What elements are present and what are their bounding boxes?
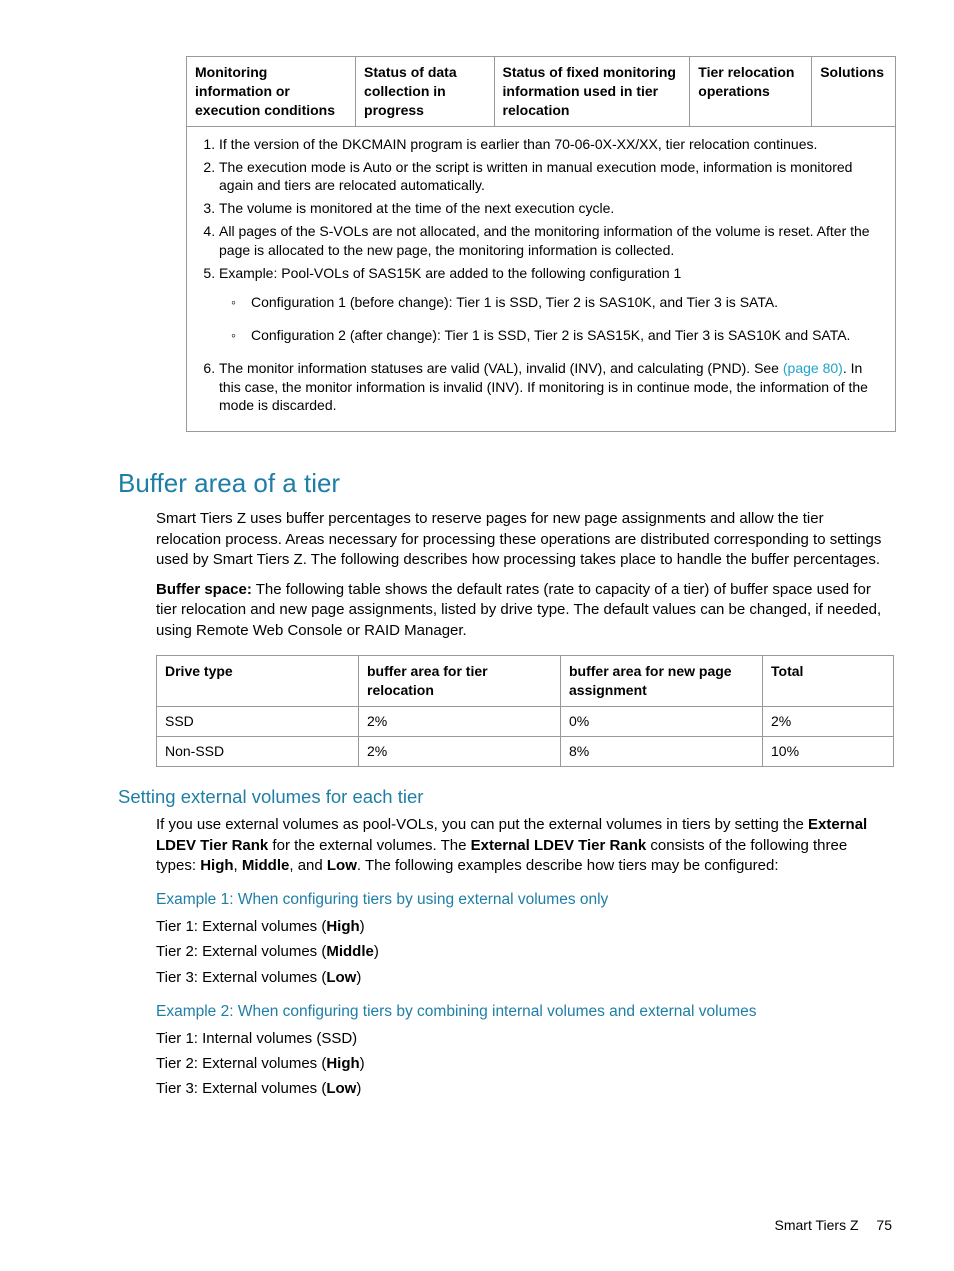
external-volumes-heading: Setting external volumes for each tier bbox=[118, 785, 894, 810]
buffer-rates-table: Drive type buffer area for tier relocati… bbox=[156, 655, 894, 767]
buffer-area-para1: Smart Tiers Z uses buffer percentages to… bbox=[156, 509, 890, 570]
table-row: Non-SSD 2% 8% 10% bbox=[157, 736, 894, 766]
cell-nonssd-total: 10% bbox=[763, 736, 894, 766]
tbl1-col-tier-relocation: Tier relocation operations bbox=[690, 57, 812, 127]
footer-title: Smart Tiers Z bbox=[775, 1217, 859, 1233]
ev-bold-middle: Middle bbox=[242, 857, 290, 874]
page-footer: Smart Tiers Z 75 bbox=[775, 1216, 892, 1235]
note-5-config2: Configuration 2 (after change): Tier 1 i… bbox=[237, 326, 885, 345]
ex1-t2-post: ) bbox=[374, 943, 379, 960]
ex2-t2-pre: Tier 2: External volumes ( bbox=[156, 1055, 326, 1072]
ev-p1-e: . The following examples describe how ti… bbox=[357, 857, 779, 874]
ex2-tier3: Tier 3: External volumes (Low) bbox=[156, 1079, 894, 1099]
ex1-t2-bold: Middle bbox=[326, 943, 374, 960]
ex1-tier1: Tier 1: External volumes (High) bbox=[156, 917, 894, 937]
tbl1-notes-cell: If the version of the DKCMAIN program is… bbox=[187, 126, 896, 432]
note-item-1: If the version of the DKCMAIN program is… bbox=[219, 135, 885, 154]
cell-ssd-drive: SSD bbox=[157, 706, 359, 736]
ex1-t1-pre: Tier 1: External volumes ( bbox=[156, 918, 326, 935]
ev-bold-low: Low bbox=[327, 857, 357, 874]
ex2-tier1: Tier 1: Internal volumes (SSD) bbox=[156, 1029, 894, 1049]
ex2-t2-post: ) bbox=[360, 1055, 365, 1072]
cell-nonssd-new: 8% bbox=[561, 736, 763, 766]
tbl1-col-status-fixed: Status of fixed monitoring information u… bbox=[494, 57, 690, 127]
tbl2-header-new-page: buffer area for new page assignment bbox=[561, 655, 763, 706]
note-item-2: The execution mode is Auto or the script… bbox=[219, 158, 885, 196]
footer-page-number: 75 bbox=[876, 1217, 892, 1233]
note-5-config1: Configuration 1 (before change): Tier 1 … bbox=[237, 293, 885, 312]
cell-nonssd-drive: Non-SSD bbox=[157, 736, 359, 766]
ex2-tier2: Tier 2: External volumes (High) bbox=[156, 1054, 894, 1074]
monitoring-reference-table: Monitoring information or execution cond… bbox=[186, 56, 896, 432]
note-5-text: Example: Pool-VOLs of SAS15K are added t… bbox=[219, 265, 681, 281]
external-volumes-para: If you use external volumes as pool-VOLs… bbox=[156, 815, 890, 876]
ex2-t3-post: ) bbox=[356, 1080, 361, 1097]
ex1-tier2: Tier 2: External volumes (Middle) bbox=[156, 942, 894, 962]
ev-sep1: , bbox=[234, 857, 242, 874]
ev-p1-c: for the external volumes. The bbox=[268, 837, 470, 854]
buffer-area-para2: Buffer space: The following table shows … bbox=[156, 580, 890, 641]
tbl2-header-relocation: buffer area for tier relocation bbox=[359, 655, 561, 706]
note-item-5: Example: Pool-VOLs of SAS15K are added t… bbox=[219, 264, 885, 345]
buffer-area-heading: Buffer area of a tier bbox=[118, 466, 894, 501]
cell-ssd-total: 2% bbox=[763, 706, 894, 736]
page-80-link[interactable]: (page 80) bbox=[783, 360, 843, 376]
ex2-t2-bold: High bbox=[326, 1055, 359, 1072]
note-item-4: All pages of the S-VOLs are not allocate… bbox=[219, 222, 885, 260]
note-6-pre: The monitor information statuses are val… bbox=[219, 360, 783, 376]
ex1-t1-post: ) bbox=[360, 918, 365, 935]
tbl1-col-status-collection: Status of data collection in progress bbox=[356, 57, 495, 127]
tbl1-col-solutions: Solutions bbox=[812, 57, 896, 127]
ex1-t3-bold: Low bbox=[326, 969, 356, 986]
ev-bold-high: High bbox=[200, 857, 233, 874]
ex1-tier3: Tier 3: External volumes (Low) bbox=[156, 968, 894, 988]
note-item-3: The volume is monitored at the time of t… bbox=[219, 199, 885, 218]
ev-p1-a: If you use external volumes as pool-VOLs… bbox=[156, 816, 808, 833]
cell-ssd-new: 0% bbox=[561, 706, 763, 736]
ex1-t3-post: ) bbox=[356, 969, 361, 986]
tbl2-header-total: Total bbox=[763, 655, 894, 706]
example1-heading: Example 1: When configuring tiers by usi… bbox=[156, 890, 894, 911]
ex1-t1-bold: High bbox=[326, 918, 359, 935]
ev-sep2: , and bbox=[289, 857, 327, 874]
cell-nonssd-reloc: 2% bbox=[359, 736, 561, 766]
buffer-space-rest: The following table shows the default ra… bbox=[156, 581, 881, 639]
note-item-6: The monitor information statuses are val… bbox=[219, 359, 885, 416]
table-row: SSD 2% 0% 2% bbox=[157, 706, 894, 736]
ev-bold-rank2: External LDEV Tier Rank bbox=[471, 837, 647, 854]
ex2-t3-bold: Low bbox=[326, 1080, 356, 1097]
ex1-t3-pre: Tier 3: External volumes ( bbox=[156, 969, 326, 986]
buffer-space-label: Buffer space: bbox=[156, 581, 252, 598]
tbl2-header-drive: Drive type bbox=[157, 655, 359, 706]
example2-heading: Example 2: When configuring tiers by com… bbox=[156, 1002, 894, 1023]
cell-ssd-reloc: 2% bbox=[359, 706, 561, 736]
ex1-t2-pre: Tier 2: External volumes ( bbox=[156, 943, 326, 960]
ex2-t3-pre: Tier 3: External volumes ( bbox=[156, 1080, 326, 1097]
tbl1-col-monitoring: Monitoring information or execution cond… bbox=[187, 57, 356, 127]
